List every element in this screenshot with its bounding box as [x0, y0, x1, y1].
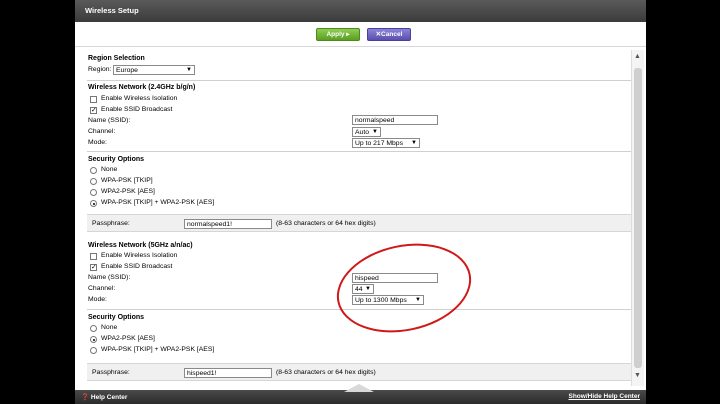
band5-isolation-label: Enable Wireless Isolation — [101, 252, 178, 259]
band24-ssid-label: Name (SSID): — [88, 117, 131, 124]
band24-isolation-checkbox[interactable] — [90, 96, 97, 103]
security5-option-label: WPA2-PSK [AES] — [101, 335, 155, 342]
security5-heading: Security Options — [88, 314, 145, 321]
toolbar: Apply ▸ ✕Cancel — [75, 22, 646, 47]
band5-broadcast-label: Enable SSID Broadcast — [101, 263, 173, 270]
scrollbar[interactable]: ▲ ▼ — [631, 50, 644, 386]
scrollbar-thumb[interactable] — [634, 68, 642, 368]
region-select[interactable]: Europe ▼ — [113, 65, 195, 75]
security24-passphrase-input[interactable]: normalspeed1! — [184, 219, 272, 229]
settings-form: Region Selection Region: Europe ▼ Wireles… — [84, 50, 631, 388]
router-window: Wireless Setup Apply ▸ ✕Cancel Region Se… — [75, 0, 646, 404]
passphrase-hint: (8-63 characters or 64 hex digits) — [276, 220, 376, 227]
divider — [87, 80, 631, 81]
apply-button[interactable]: Apply ▸ — [316, 28, 360, 41]
help-center-label: Help Center — [90, 394, 128, 401]
security24-radio-wpa[interactable] — [90, 178, 97, 185]
band24-isolation-label: Enable Wireless Isolation — [101, 95, 178, 102]
band24-mode-label: Mode: — [88, 139, 107, 146]
red-highlight-circle — [328, 231, 480, 345]
security24-option-label: WPA-PSK [TKIP] — [101, 177, 153, 184]
security5-passphrase-input[interactable]: hispeed1! — [184, 368, 272, 378]
band24-channel-select[interactable]: Auto ▼ — [352, 127, 381, 137]
region-label: Region: — [88, 66, 112, 73]
security24-option-label: WPA2-PSK [AES] — [101, 188, 155, 195]
band24-channel-value: Auto — [355, 129, 369, 136]
band5-isolation-checkbox[interactable] — [90, 253, 97, 260]
band24-broadcast-checkbox[interactable] — [90, 106, 97, 114]
band5-broadcast-checkbox[interactable] — [90, 263, 97, 271]
cancel-button[interactable]: ✕Cancel — [367, 28, 411, 41]
band5-heading: Wireless Network (5GHz a/n/ac) — [88, 242, 193, 249]
title-bar: Wireless Setup — [75, 0, 646, 22]
chevron-down-icon: ▼ — [372, 129, 378, 135]
security24-heading: Security Options — [88, 156, 145, 163]
divider — [87, 151, 631, 152]
chevron-down-icon: ▼ — [411, 140, 417, 146]
band24-mode-select[interactable]: Up to 217 Mbps ▼ — [352, 138, 420, 148]
security24-radio-mixed[interactable] — [90, 200, 97, 207]
chevron-down-icon: ▼ — [186, 67, 192, 73]
security24-radio-none[interactable] — [90, 167, 97, 174]
band5-mode-label: Mode: — [88, 296, 107, 303]
security5-option-label: WPA-PSK [TKIP] + WPA2-PSK [AES] — [101, 346, 215, 353]
help-bar: ❓ Help Center Show/Hide Help Center — [75, 384, 646, 404]
help-center-link[interactable]: ❓ Help Center — [81, 393, 127, 401]
security24-option-label: None — [101, 166, 118, 173]
security5-pass-label: Passphrase: — [92, 369, 130, 376]
security5-option-label: None — [101, 324, 118, 331]
security24-radio-wpa2[interactable] — [90, 189, 97, 196]
collapse-arrow-icon[interactable] — [344, 384, 374, 392]
band24-mode-value: Up to 217 Mbps — [355, 140, 403, 147]
security24-option-label: WPA-PSK [TKIP] + WPA2-PSK [AES] — [101, 199, 215, 206]
security24-pass-label: Passphrase: — [92, 220, 130, 227]
region-heading: Region Selection — [88, 55, 145, 62]
window-title: Wireless Setup — [85, 6, 139, 15]
band24-ssid-input[interactable]: normalspeed — [352, 115, 438, 125]
help-icon: ❓ — [81, 394, 90, 401]
band24-broadcast-label: Enable SSID Broadcast — [101, 106, 173, 113]
band5-ssid-label: Name (SSID): — [88, 274, 131, 281]
security5-radio-none[interactable] — [90, 325, 97, 332]
scroll-down-icon[interactable]: ▼ — [634, 372, 641, 379]
security5-radio-mixed[interactable] — [90, 347, 97, 354]
band24-channel-label: Channel: — [88, 128, 116, 135]
scroll-up-icon[interactable]: ▲ — [634, 53, 641, 60]
show-hide-help-link[interactable]: Show/Hide Help Center — [568, 393, 640, 400]
region-value: Europe — [116, 67, 138, 74]
passphrase-hint: (8-63 characters or 64 hex digits) — [276, 369, 376, 376]
band24-heading: Wireless Network (2.4GHz b/g/n) — [88, 84, 196, 91]
security5-radio-wpa2[interactable] — [90, 336, 97, 343]
band5-channel-label: Channel: — [88, 285, 116, 292]
